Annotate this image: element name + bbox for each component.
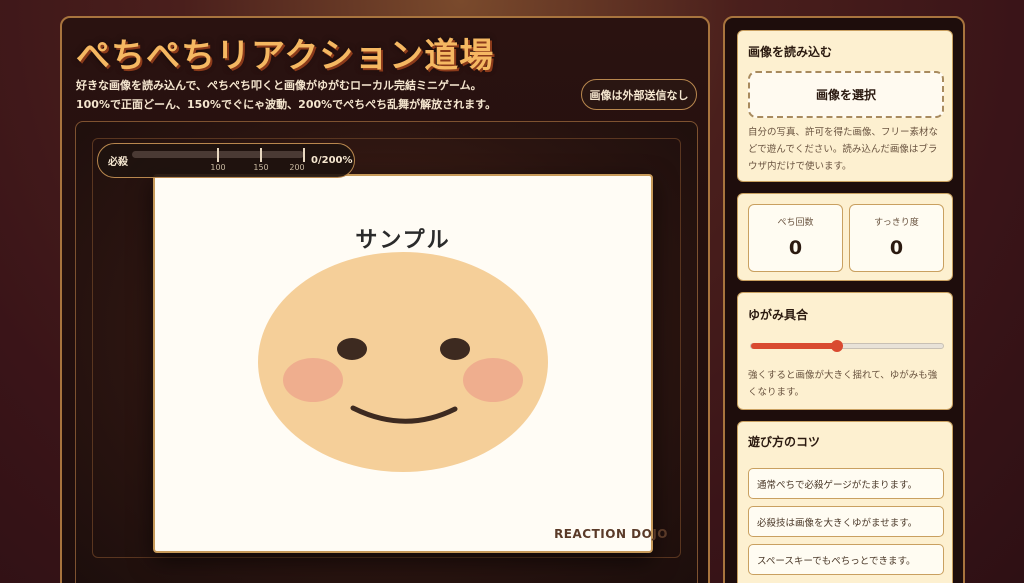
upload-note: 自分の写真、許可を得た画像、フリー素材などで遊んでください。読み込んだ画像はブラ…: [748, 127, 939, 172]
gauge-value: 0/200%: [311, 155, 353, 166]
right-eye: [440, 338, 470, 360]
distortion-card: ゆがみ具合 強くすると画像が大きく揺れて、ゆがみも強くなります。: [737, 292, 953, 410]
pechi-count-value: 0: [788, 237, 803, 259]
page-title: ぺちぺちリアクション道場: [76, 36, 495, 76]
tip-item: 通常ぺちで必殺ゲージがたまります。: [748, 468, 944, 499]
watermark: REACTION DOJO: [554, 527, 668, 541]
gauge-tick-label-150: 150: [253, 163, 269, 172]
pechi-count-box: ぺち回数 0: [748, 204, 843, 272]
select-image-button[interactable]: 画像を選択: [748, 71, 944, 118]
subtitle-line-1: 好きな画像を読み込んで、ぺちぺち叩くと画像がゆがむローカル完結ミニゲーム。: [76, 79, 482, 92]
pechi-count-label: ぺち回数: [777, 218, 814, 228]
left-cheek: [283, 358, 343, 402]
gauge-tick-label-200: 200: [289, 163, 305, 172]
distortion-title: ゆがみ具合: [748, 308, 809, 322]
gauge-label: 必殺: [108, 157, 128, 168]
gauge-tick-label-100: 100: [210, 163, 226, 172]
stage-frame: サンプル 必殺 100 150 200 0/200% REACTION DOJO: [75, 121, 698, 583]
gauge-tick-200: [303, 148, 305, 162]
upload-title: 画像を読み込む: [748, 45, 833, 59]
refresh-level-value: 0: [889, 237, 904, 259]
tips-title: 遊び方のコツ: [748, 435, 821, 449]
tip-item: スペースキーでもぺちっとできます。: [748, 544, 944, 575]
upload-card: 画像を読み込む 画像を選択 自分の写真、許可を得た画像、フリー素材などで遊んでく…: [737, 30, 953, 182]
stats-card: ぺち回数 0 すっきり度 0: [737, 193, 953, 281]
distortion-note: 強くすると画像が大きく揺れて、ゆがみも強くなります。: [748, 370, 938, 398]
distortion-slider[interactable]: [750, 340, 944, 352]
tip-item: 必殺技は画像を大きくゆがませます。: [748, 506, 944, 537]
distortion-slider-fill: [751, 343, 838, 349]
gauge-tick-100: [217, 148, 219, 162]
privacy-badge: 画像は外部送信なし: [581, 79, 697, 110]
gauge-tick-150: [260, 148, 262, 162]
special-gauge: 必殺 100 150 200 0/200%: [97, 143, 355, 178]
stage-inner: サンプル 必殺 100 150 200 0/200% REACTION DOJO: [92, 138, 681, 558]
main-panel: ぺちぺちリアクション道場 好きな画像を読み込んで、ぺちぺち叩くと画像がゆがむロー…: [60, 16, 710, 583]
subtitle-line-2: 100%で正面どーん、150%でぐにゃ波動、200%でぺちぺち乱舞が解放されます…: [76, 98, 497, 111]
refresh-level-label: すっきり度: [874, 218, 919, 228]
refresh-level-box: すっきり度 0: [849, 204, 944, 272]
distortion-slider-thumb[interactable]: [831, 340, 844, 352]
tips-card: 遊び方のコツ 通常ぺちで必殺ゲージがたまります。 必殺技は画像を大きくゆがませま…: [737, 421, 953, 583]
sidebar: 画像を読み込む 画像を選択 自分の写真、許可を得た画像、フリー素材などで遊んでく…: [723, 16, 965, 583]
left-eye: [337, 338, 367, 360]
image-canvas[interactable]: サンプル: [153, 174, 653, 553]
sample-label: サンプル: [355, 228, 451, 253]
right-cheek: [463, 358, 523, 402]
